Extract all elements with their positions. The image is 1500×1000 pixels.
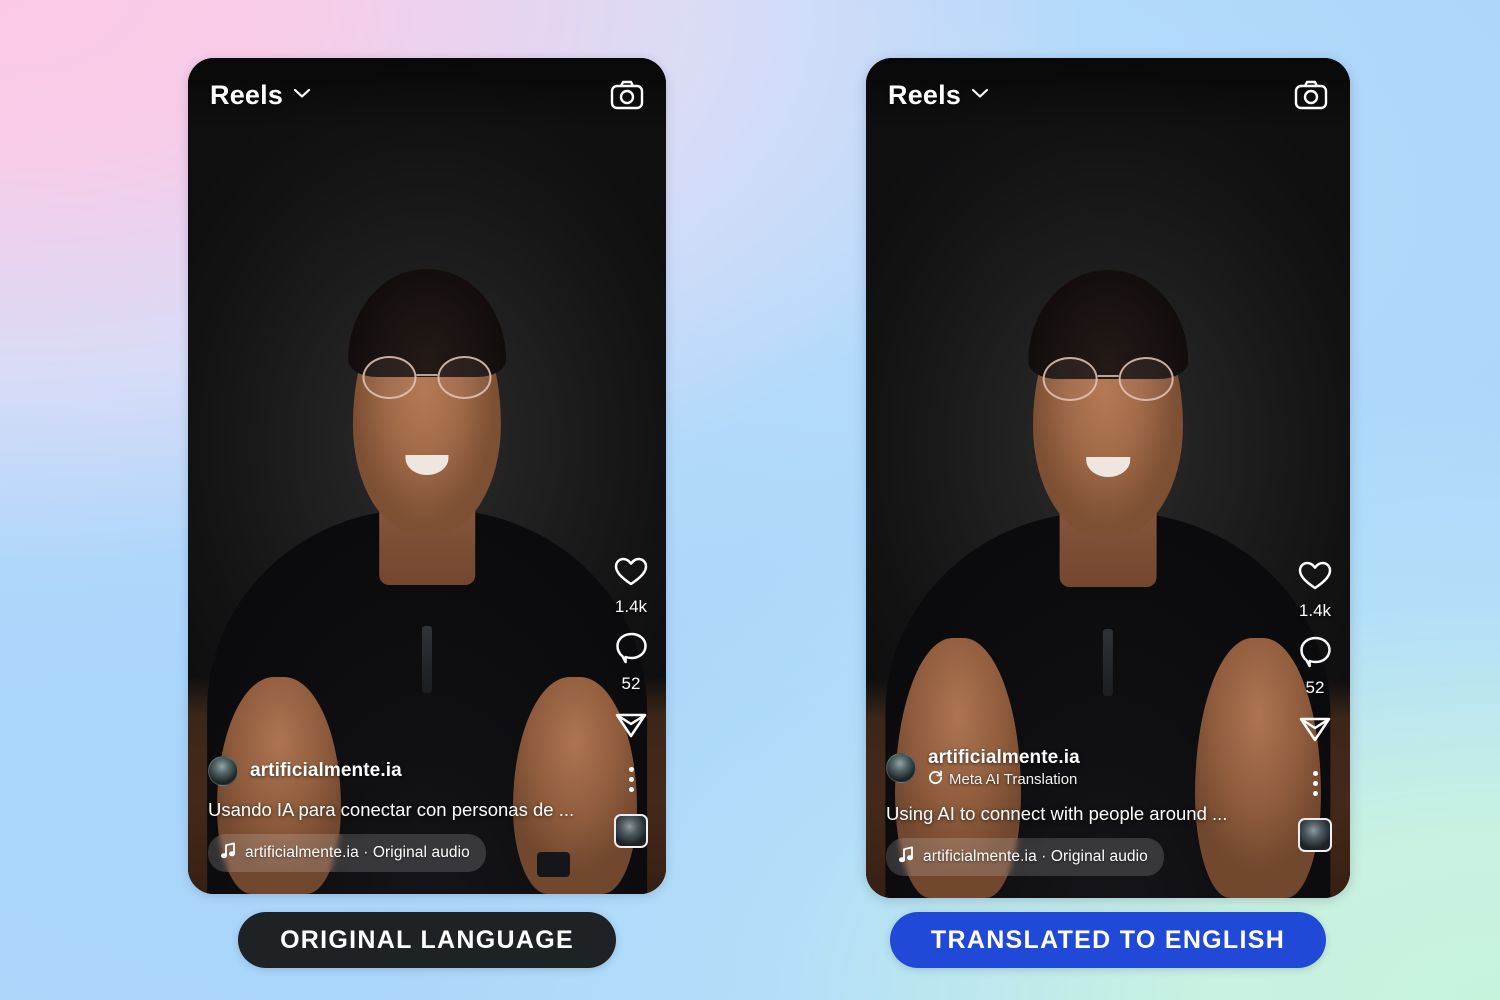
reels-title-group[interactable]: Reels <box>210 80 311 111</box>
reel-panel-original: Reels 1.4k 52 artificialmente.ia Usando … <box>188 58 666 894</box>
glasses-bridge <box>416 373 438 376</box>
translation-badge: Meta AI Translation <box>928 770 1080 790</box>
comment-action[interactable]: 52 <box>1299 635 1332 698</box>
more-dot <box>628 767 634 772</box>
more-options-icon[interactable] <box>1312 771 1318 796</box>
more-options-icon[interactable] <box>628 767 634 792</box>
screenshot-stage: Reels 1.4k 52 artificialmente.ia Usando … <box>0 0 1500 1000</box>
music-note-icon <box>221 842 236 864</box>
caption-text[interactable]: Usando IA para conectar con personas de … <box>208 798 576 821</box>
translated-to-english-button[interactable]: TRANSLATED TO ENGLISH <box>890 912 1326 968</box>
camera-icon[interactable] <box>1294 80 1328 110</box>
reel-screen-translated: Reels 1.4k 52 artificialmente.ia Meta AI… <box>866 58 1350 898</box>
account-row[interactable]: artificialmente.ia Meta AI Translation <box>886 747 1260 790</box>
subject-lapel-mic <box>421 626 433 694</box>
more-dot <box>1312 791 1318 796</box>
comment-action[interactable]: 52 <box>615 631 648 694</box>
heart-icon[interactable] <box>1298 560 1332 596</box>
more-dot <box>1312 771 1318 776</box>
audio-label: artificialmente.ia · Original audio <box>245 844 470 861</box>
chevron-down-icon[interactable] <box>293 86 311 104</box>
share-action[interactable] <box>614 708 648 745</box>
reel-screen-original: Reels 1.4k 52 artificialmente.ia Usando … <box>188 58 666 894</box>
audio-label: artificialmente.ia · Original audio <box>923 848 1148 865</box>
comment-icon[interactable] <box>1299 635 1332 673</box>
account-row[interactable]: artificialmente.ia <box>208 755 576 786</box>
send-icon[interactable] <box>614 708 648 745</box>
comment-count: 52 <box>621 674 641 693</box>
reels-header-original: Reels <box>188 58 666 132</box>
original-language-button[interactable]: ORIGINAL LANGUAGE <box>238 912 616 968</box>
more-dot <box>628 787 634 792</box>
action-rail-original: 1.4k 52 <box>614 556 648 848</box>
glasses-right-lens <box>1118 357 1174 401</box>
camera-icon[interactable] <box>610 80 644 110</box>
translation-badge-label: Meta AI Translation <box>949 771 1078 789</box>
audio-pill[interactable]: artificialmente.ia · Original audio <box>886 838 1164 876</box>
share-action[interactable] <box>1298 712 1332 749</box>
reels-title: Reels <box>888 79 962 110</box>
reel-caption-original: artificialmente.ia Usando IA para conect… <box>208 755 576 872</box>
avatar[interactable] <box>886 753 916 784</box>
chevron-down-icon[interactable] <box>971 86 989 104</box>
glasses-left-lens <box>1042 357 1098 401</box>
like-action[interactable]: 1.4k <box>1298 560 1332 621</box>
caption-text[interactable]: Using AI to connect with people around .… <box>886 802 1260 825</box>
translate-refresh-icon <box>928 770 943 790</box>
subject-glasses <box>362 355 492 400</box>
music-note-icon <box>899 846 914 868</box>
avatar[interactable] <box>208 755 238 786</box>
reels-title-group[interactable]: Reels <box>888 80 989 111</box>
reels-header-translated: Reels <box>866 58 1350 132</box>
more-dot <box>628 777 634 782</box>
comment-count: 52 <box>1305 678 1325 697</box>
reel-panel-translated: Reels 1.4k 52 artificialmente.ia Meta AI… <box>866 58 1350 898</box>
username[interactable]: artificialmente.ia <box>928 747 1080 769</box>
glasses-right-lens <box>437 355 492 400</box>
subject-lapel-mic <box>1102 629 1114 697</box>
audio-thumbnail[interactable] <box>614 814 648 848</box>
comment-icon[interactable] <box>615 631 648 669</box>
reels-title: Reels <box>210 79 284 110</box>
send-icon[interactable] <box>1298 712 1332 749</box>
glasses-bridge <box>1097 375 1119 378</box>
reel-caption-translated: artificialmente.ia Meta AI Translation U… <box>886 747 1260 876</box>
audio-thumbnail[interactable] <box>1298 818 1332 852</box>
like-count: 1.4k <box>614 597 648 616</box>
like-count: 1.4k <box>1298 601 1332 620</box>
subject-glasses <box>1042 357 1174 401</box>
glasses-left-lens <box>362 355 417 400</box>
like-action[interactable]: 1.4k <box>614 556 648 617</box>
username[interactable]: artificialmente.ia <box>250 760 402 782</box>
action-rail-translated: 1.4k 52 <box>1298 560 1332 852</box>
more-dot <box>1312 781 1318 786</box>
heart-icon[interactable] <box>614 556 648 592</box>
audio-pill[interactable]: artificialmente.ia · Original audio <box>208 834 486 872</box>
